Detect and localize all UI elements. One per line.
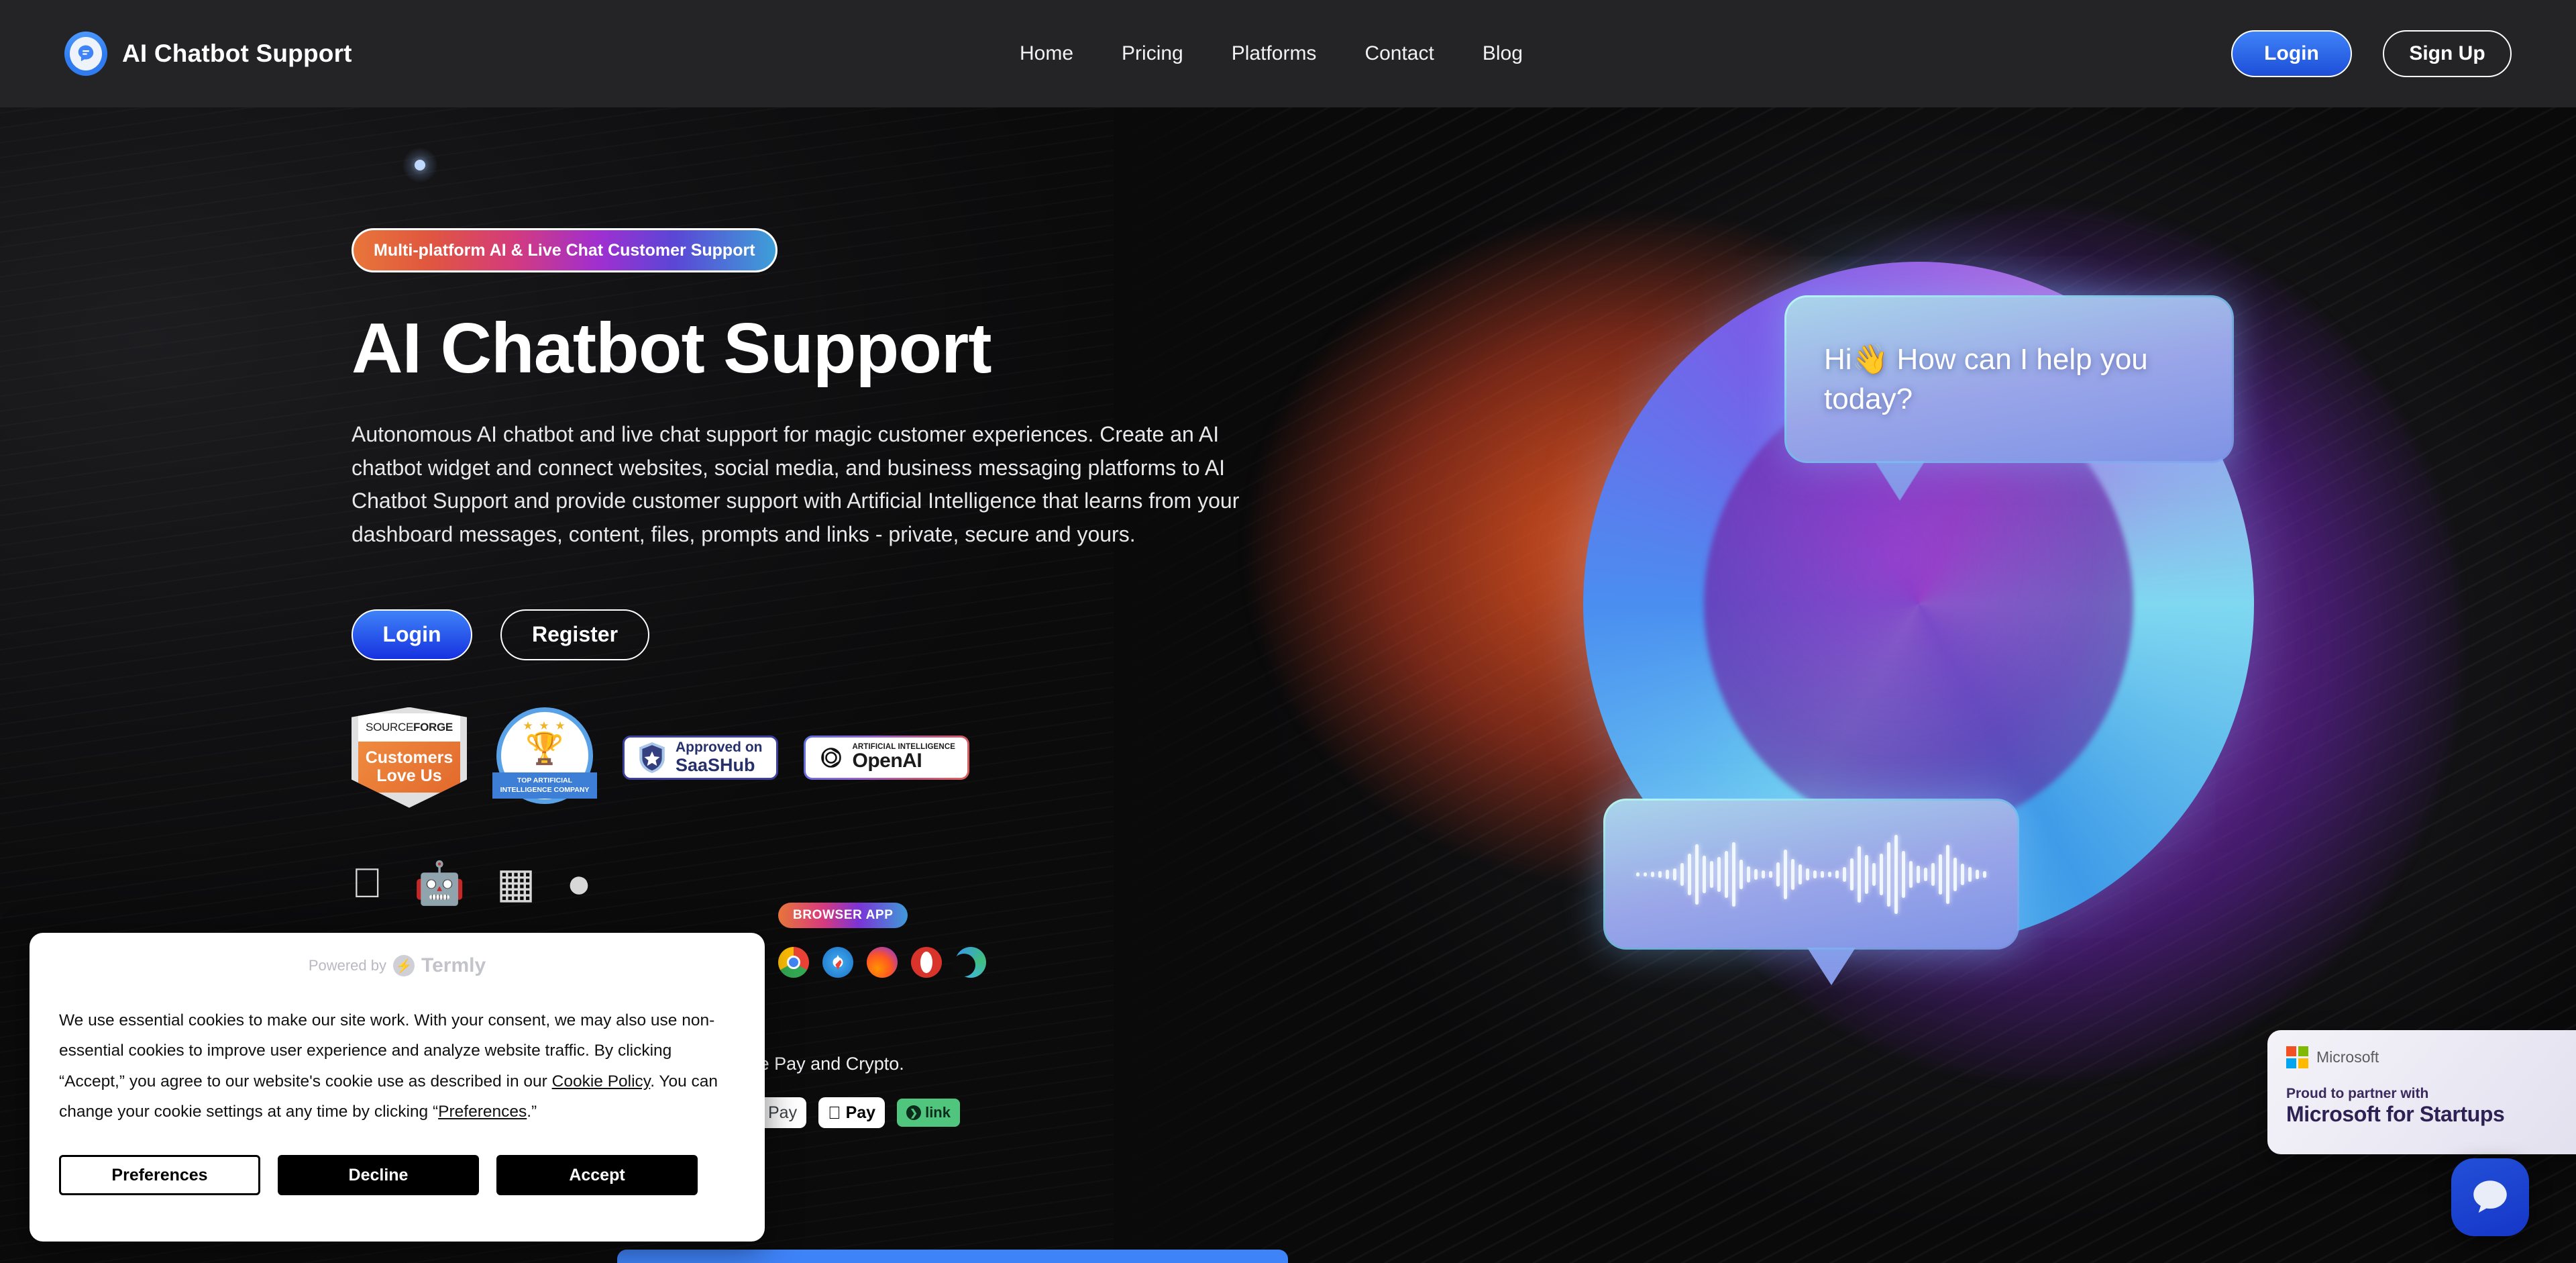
powered-by-label: Powered by <box>308 957 387 974</box>
platform-icons:  🤖 ▦ ● <box>352 852 1264 905</box>
audio-waveform-icon <box>1636 831 1986 918</box>
header-actions: Login Sign Up <box>2231 0 2512 107</box>
powered-by-termly: Powered by ⚡ Termly <box>59 954 735 977</box>
chat-message-text: Hi👋 How can I help you today? <box>1824 342 2148 415</box>
edge-icon[interactable] <box>953 947 986 978</box>
sourceforge-badge[interactable]: SOURCE FORGE Customers Love Us <box>352 707 467 808</box>
stars-icon: ★ ★ ★ <box>523 719 567 732</box>
ribbon-line-1: TOP ARTIFICIAL <box>517 776 573 785</box>
saashub-line-1: Approved on <box>676 740 763 756</box>
termly-logo-icon: ⚡ <box>393 955 415 976</box>
hero-content: Multi-platform AI & Live Chat Customer S… <box>352 228 1264 905</box>
hero-description: Autonomous AI chatbot and live chat supp… <box>352 422 1240 547</box>
voice-message-bubble <box>1603 799 2019 950</box>
apple-icon:  <box>828 1104 841 1121</box>
partner-line-1: Proud to partner with <box>2286 1086 2429 1101</box>
shield-star-icon <box>639 742 665 773</box>
cookie-text-part-3: .” <box>527 1102 537 1121</box>
saashub-badge[interactable]: Approved on SaaSHub <box>623 735 778 780</box>
header-signup-button[interactable]: Sign Up <box>2383 30 2512 77</box>
nav-item-contact[interactable]: Contact <box>1364 42 1434 65</box>
arrow-right-icon: ❯ <box>906 1105 922 1120</box>
cookie-banner-text: We use essential cookies to make our sit… <box>59 1005 735 1127</box>
accept-button[interactable]: Accept <box>496 1155 698 1196</box>
page-title: AI Chatbot Support <box>352 309 992 388</box>
nav-item-pricing[interactable]: Pricing <box>1122 42 1183 65</box>
landing-page: AI Chatbot Support Home Pricing Platform… <box>0 0 2576 1263</box>
link-pay-label: link <box>912 1104 951 1121</box>
apple-icon[interactable]:  <box>352 862 383 905</box>
nav-item-platforms[interactable]: Platforms <box>1232 42 1317 65</box>
nav-item-home[interactable]: Home <box>1020 42 1073 65</box>
microsoft-brand-label: Microsoft <box>2316 1048 2379 1066</box>
openai-logo-icon <box>820 747 841 768</box>
chat-bubble-icon <box>64 32 107 76</box>
chat-message-bubble: Hi👋 How can I help you today? <box>1784 295 2234 463</box>
trophy-icon: 🏆 <box>525 730 564 766</box>
cookie-policy-link[interactable]: Cookie Policy <box>552 1072 651 1091</box>
chat-bubble-icon <box>2473 1180 2507 1213</box>
ribbon-line-2: INTELLIGENCE COMPANY <box>500 785 590 794</box>
brand[interactable]: AI Chatbot Support <box>64 32 352 76</box>
sourceforge-line-2: Love Us <box>376 766 442 785</box>
bottom-blue-bar[interactable] <box>617 1250 1288 1263</box>
apple-pay-badge[interactable]:  Pay <box>818 1097 885 1128</box>
brand-name: AI Chatbot Support <box>122 40 352 67</box>
award-badges: SOURCE FORGE Customers Love Us ★ ★ ★ 🏆 TO <box>352 707 1264 808</box>
hero-badge: Multi-platform AI & Live Chat Customer S… <box>352 228 777 272</box>
saashub-line-2: SaaSHub <box>676 754 755 775</box>
chat-widget-button[interactable] <box>2451 1158 2529 1236</box>
windows-icon[interactable]: ▦ <box>496 862 536 905</box>
opera-icon[interactable] <box>911 947 942 978</box>
browser-app-chip: BROWSER APP <box>778 903 908 928</box>
sourceforge-forge-label: FORGE <box>413 720 453 734</box>
hero-cta-group: Login Register <box>352 609 1264 660</box>
decorative-glow-dot <box>402 148 437 183</box>
safari-icon[interactable] <box>822 947 853 978</box>
hero-login-button[interactable]: Login <box>352 609 472 660</box>
cookie-banner-buttons: Preferences Decline Accept <box>59 1155 735 1196</box>
cookie-consent-banner: Powered by ⚡ Termly We use essential coo… <box>30 933 765 1242</box>
microsoft-startups-card: Microsoft Proud to partner with Microsof… <box>2267 1030 2576 1154</box>
openai-line-2: OpenAI <box>852 750 922 772</box>
header-login-button[interactable]: Login <box>2231 30 2352 77</box>
top-ai-company-badge[interactable]: ★ ★ ★ 🏆 TOP ARTIFICIAL INTELLIGENCE COMP… <box>492 707 597 808</box>
link-pay-badge[interactable]: ❯ link <box>897 1099 960 1127</box>
decline-button[interactable]: Decline <box>278 1155 479 1196</box>
chrome-icon[interactable] <box>778 947 809 978</box>
top-ai-ribbon: TOP ARTIFICIAL INTELLIGENCE COMPANY <box>492 772 597 799</box>
voice-bubble-tail <box>1805 944 1858 985</box>
openai-badge[interactable]: ARTIFICIAL INTELLIGENCE OpenAI <box>803 735 970 780</box>
browser-app-block: BROWSER APP <box>778 903 986 978</box>
main-nav: Home Pricing Platforms Contact Blog <box>1020 0 1523 107</box>
android-icon[interactable]: 🤖 <box>414 862 466 905</box>
google-pay-label: Pay <box>768 1103 798 1122</box>
apple-pay-label: Pay <box>833 1103 875 1122</box>
sourceforge-source-label: SOURCE <box>366 720 413 734</box>
sourceforge-line-1: Customers <box>365 748 453 768</box>
partner-line-2: Microsoft for Startups <box>2286 1102 2505 1126</box>
hero-register-button[interactable]: Register <box>500 609 649 660</box>
device-icon[interactable]: ● <box>566 862 591 905</box>
termly-name: Termly <box>421 954 486 976</box>
preferences-button[interactable]: Preferences <box>59 1155 260 1196</box>
hero-artwork: Hi👋 How can I help you today? Microsoft … <box>1114 107 2576 1263</box>
firefox-icon[interactable] <box>867 947 898 978</box>
site-header: AI Chatbot Support Home Pricing Platform… <box>0 0 2576 107</box>
nav-item-blog[interactable]: Blog <box>1483 42 1523 65</box>
browser-icon-row <box>778 947 986 978</box>
preferences-link[interactable]: Preferences <box>438 1103 527 1121</box>
microsoft-logo-icon <box>2286 1046 2308 1068</box>
